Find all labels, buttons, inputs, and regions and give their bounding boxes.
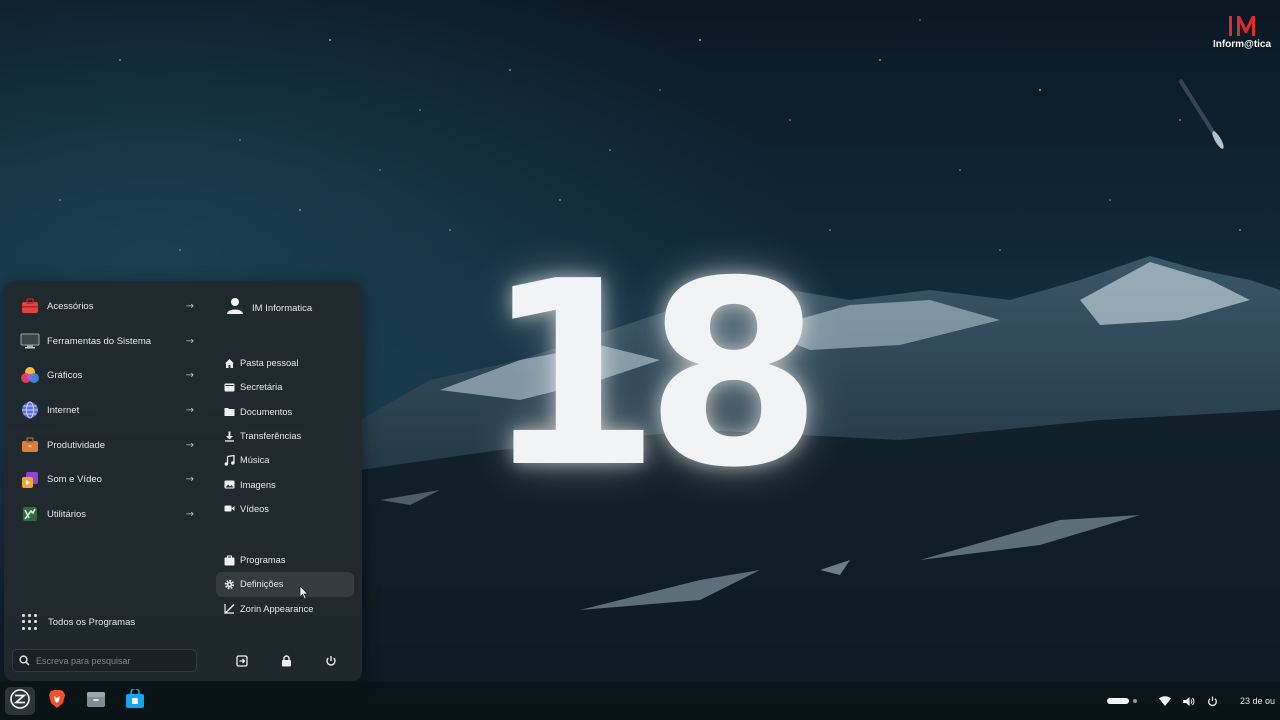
arrow-right-icon: → <box>185 335 194 347</box>
system-tray: 23 de ou <box>1101 682 1280 720</box>
place-documentos[interactable]: Documentos <box>216 400 354 424</box>
download-icon <box>223 430 235 442</box>
all-programs-button[interactable]: Todos os Programas <box>20 611 135 633</box>
arrow-right-icon: → <box>185 300 194 312</box>
place-secretaria[interactable]: Secretária <box>216 375 354 399</box>
music-icon <box>223 454 235 466</box>
desktop-icon <box>223 381 235 393</box>
place-label: Transferências <box>240 431 302 442</box>
place-label: Vídeos <box>240 503 269 514</box>
place-label: Documentos <box>240 406 293 417</box>
home-icon <box>223 357 235 369</box>
system-list: Programas Definições Zorin Appearance <box>216 548 354 621</box>
im-logo-icon <box>1229 16 1255 36</box>
volume-icon[interactable] <box>1183 696 1195 707</box>
place-transferencias[interactable]: Transferências <box>216 424 354 448</box>
places-list: Pasta pessoal Secretária Documentos Tran… <box>216 351 354 521</box>
place-pasta-pessoal[interactable]: Pasta pessoal <box>216 351 354 375</box>
app-grid-icon <box>22 614 38 630</box>
appearance-icon <box>223 603 235 615</box>
globe-icon <box>20 400 40 420</box>
brave-icon <box>48 689 66 713</box>
category-graficos[interactable]: Gráficos → <box>14 358 200 393</box>
power-menu-icon[interactable] <box>1207 696 1218 707</box>
system-programas[interactable]: Programas <box>216 548 354 572</box>
taskbar: 23 de ou <box>0 682 1280 720</box>
category-label: Produtividade <box>47 439 106 451</box>
briefcase-icon <box>20 435 40 455</box>
brave-browser-button[interactable] <box>42 687 72 715</box>
category-label: Gráficos <box>47 370 83 382</box>
place-imagens[interactable]: Imagens <box>216 472 354 496</box>
arrow-right-icon: → <box>185 370 194 382</box>
files-icon <box>86 690 106 712</box>
place-musica[interactable]: Música <box>216 448 354 472</box>
wifi-icon[interactable] <box>1159 696 1171 706</box>
user-account[interactable]: IM Informatica <box>226 297 312 319</box>
category-label: Acessórios <box>47 300 94 312</box>
power-button[interactable] <box>323 653 339 669</box>
mouse-pointer-icon <box>299 585 309 604</box>
software-store-button[interactable] <box>120 687 150 715</box>
user-name: IM Informatica <box>252 302 313 314</box>
logout-button[interactable] <box>234 653 250 669</box>
arrow-right-icon: → <box>185 508 194 520</box>
place-label: Pasta pessoal <box>240 358 299 369</box>
brand-logo: IM Inform@tica <box>1210 14 1274 50</box>
logout-icon <box>236 652 248 671</box>
user-icon <box>226 297 244 319</box>
search-icon <box>19 651 30 670</box>
search-input[interactable] <box>36 655 186 666</box>
image-icon <box>223 479 235 491</box>
zorin-menu-icon <box>10 689 30 713</box>
all-programs-label: Todos os Programas <box>48 616 136 628</box>
lock-icon <box>281 652 292 671</box>
software-icon <box>223 554 235 566</box>
multimedia-icon <box>20 470 40 490</box>
video-icon <box>223 503 235 515</box>
monitor-icon <box>20 331 40 351</box>
clock[interactable]: 23 de ou <box>1240 696 1280 706</box>
arrow-right-icon: → <box>185 404 194 416</box>
power-icon <box>325 652 337 671</box>
zorin-menu-button[interactable] <box>5 687 35 715</box>
system-label: Programas <box>240 555 286 566</box>
place-videos[interactable]: Vídeos <box>216 497 354 521</box>
system-definicoes[interactable]: Definições <box>216 572 354 597</box>
category-ferramentas[interactable]: Ferramentas do Sistema → <box>14 324 200 359</box>
category-internet[interactable]: Internet → <box>14 393 200 428</box>
gear-icon <box>223 578 235 590</box>
category-som-video[interactable]: Som e Vídeo → <box>14 462 200 497</box>
search-box[interactable] <box>12 649 197 672</box>
power-actions <box>234 653 339 669</box>
toolbox-icon <box>20 296 40 316</box>
files-button[interactable] <box>81 687 111 715</box>
utilities-icon <box>20 504 40 524</box>
brand-text: Inform@tica <box>1212 39 1272 50</box>
place-label: Imagens <box>240 479 276 490</box>
category-label: Ferramentas do Sistema <box>47 335 152 347</box>
place-label: Secretária <box>240 382 283 393</box>
category-label: Internet <box>47 404 80 416</box>
lock-button[interactable] <box>279 653 295 669</box>
graphics-icon <box>20 366 40 386</box>
start-menu: Acessórios → Ferramentas do Sistema → Gr… <box>4 281 362 681</box>
arrow-right-icon: → <box>185 439 194 451</box>
arrow-right-icon: → <box>185 474 194 486</box>
software-store-icon <box>125 687 145 713</box>
category-produtividade[interactable]: Produtividade → <box>14 428 200 463</box>
system-label: Definições <box>240 579 284 590</box>
workspace-indicator-icon[interactable] <box>1107 697 1139 705</box>
category-label: Som e Vídeo <box>47 474 102 486</box>
category-list: Acessórios → Ferramentas do Sistema → Gr… <box>14 289 200 532</box>
system-label: Zorin Appearance <box>240 603 314 614</box>
category-acessorios[interactable]: Acessórios → <box>14 289 200 324</box>
place-label: Música <box>240 455 270 466</box>
category-utilitarios[interactable]: Utilitários → <box>14 497 200 532</box>
system-zorin-appearance[interactable]: Zorin Appearance <box>216 597 354 621</box>
category-label: Utilitários <box>47 508 87 520</box>
big-number-18: 18 <box>483 226 823 524</box>
folder-icon <box>223 406 235 418</box>
